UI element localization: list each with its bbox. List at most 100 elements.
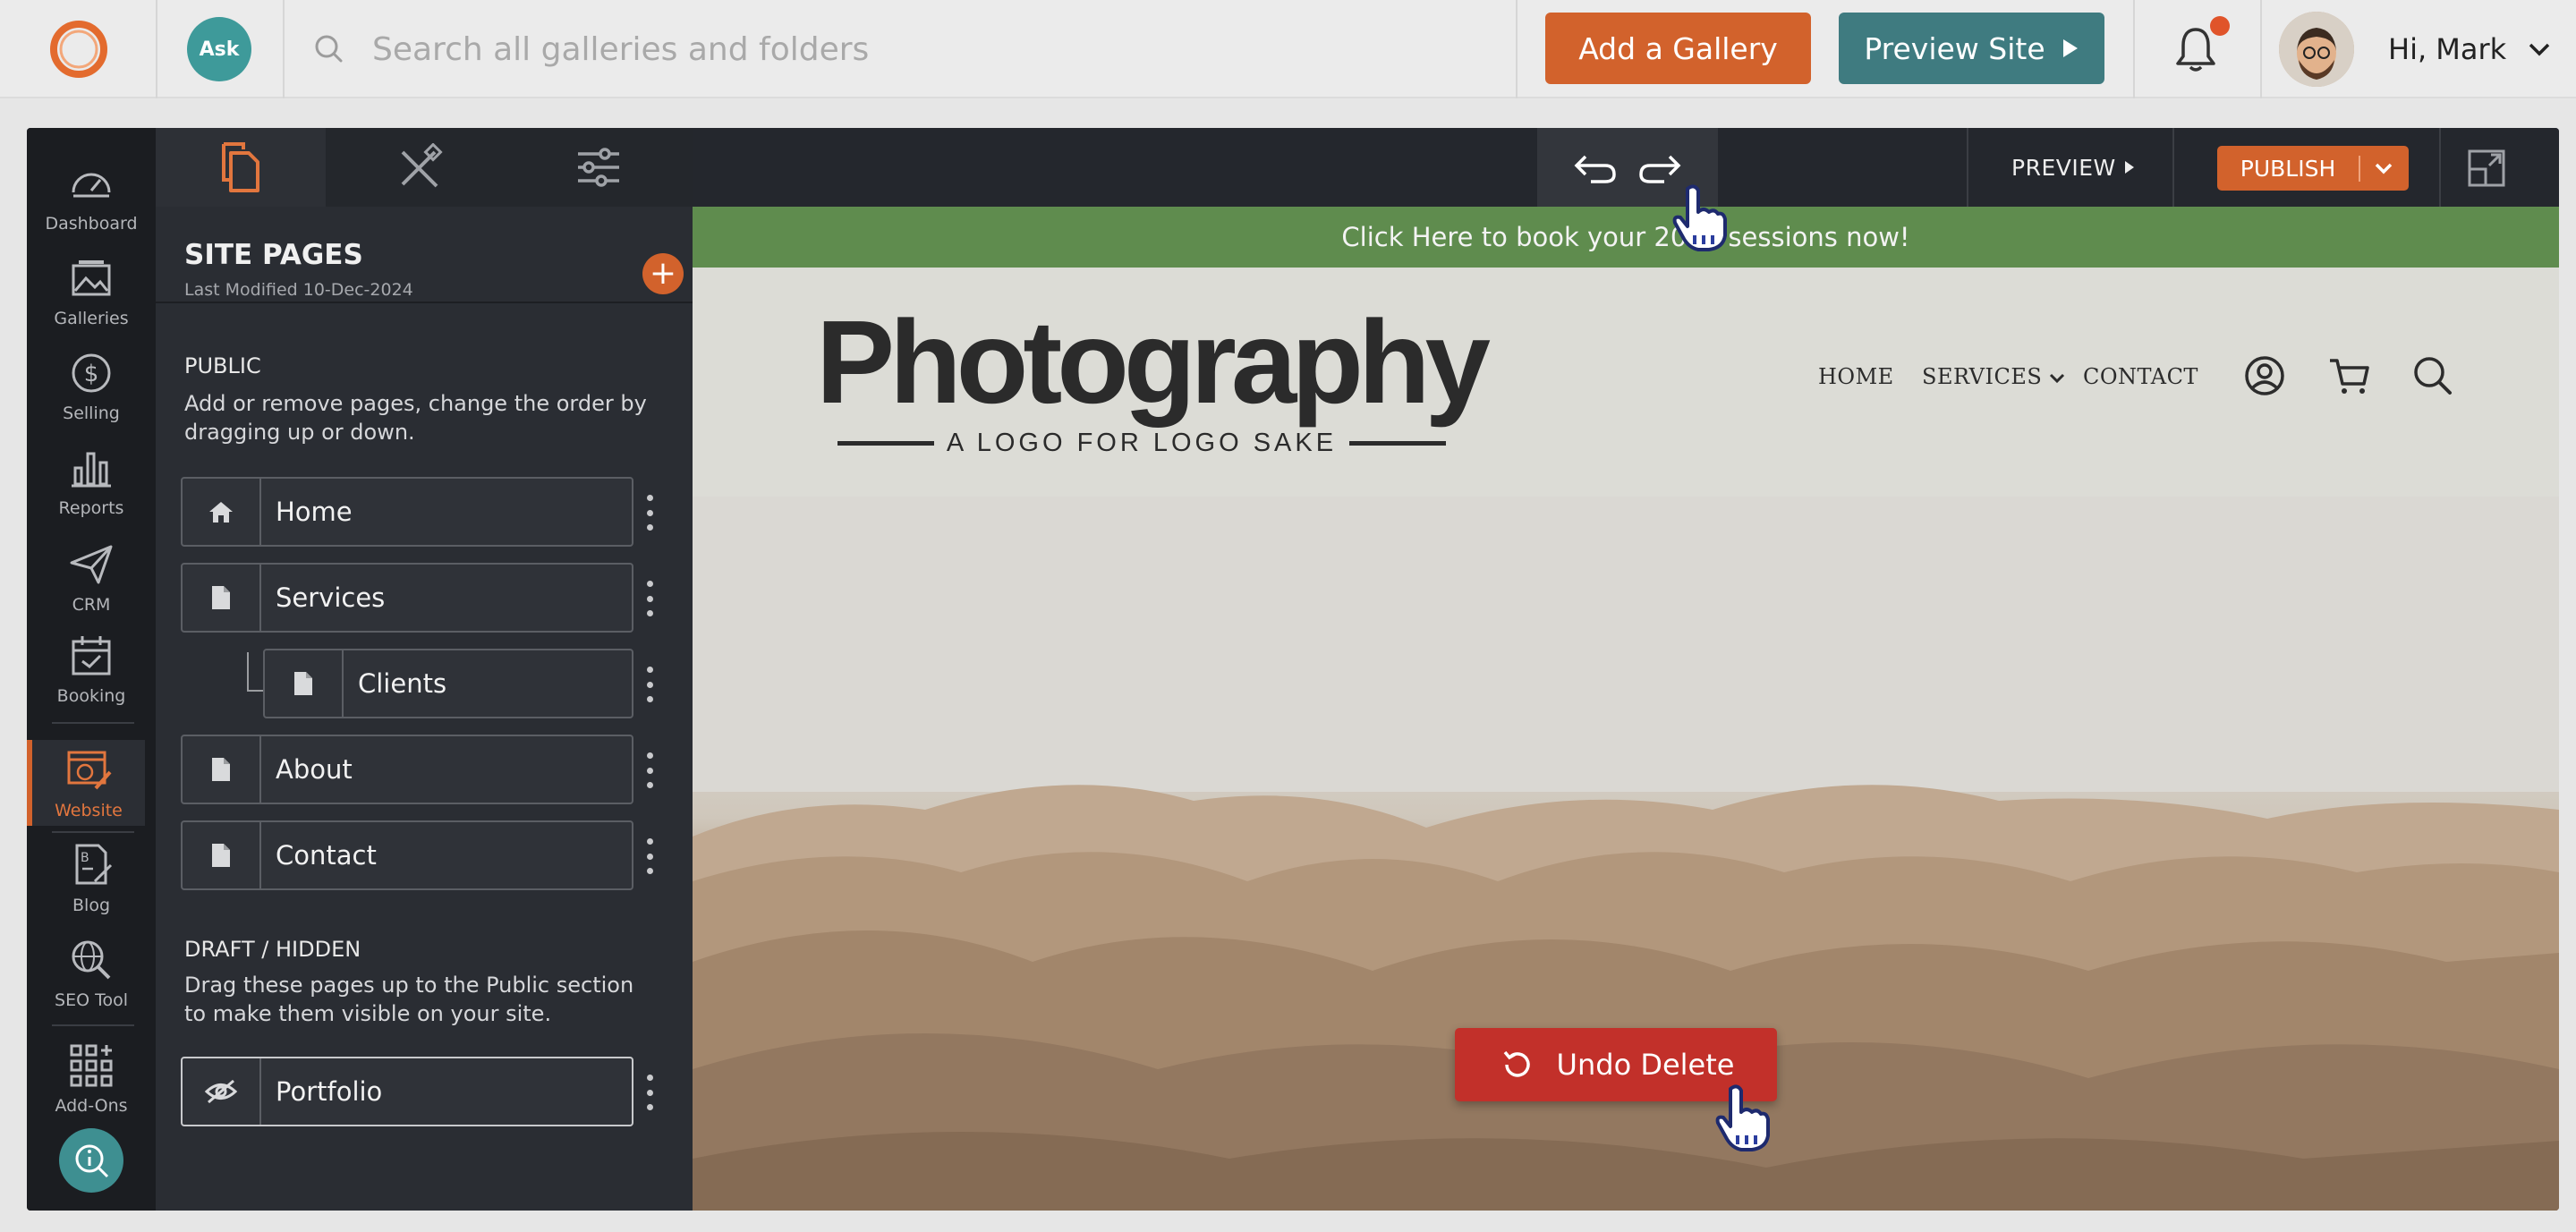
site-nav-label: SERVICES (1922, 364, 2043, 389)
seo-icon (72, 940, 111, 980)
chevron-down-icon (2375, 163, 2393, 174)
ask-assistant-button[interactable]: Ask (157, 0, 282, 98)
top-header: Ask Add a Gallery Preview Site (0, 0, 2576, 98)
selling-icon: $ (72, 353, 111, 393)
addons-icon (70, 1044, 113, 1087)
nav-reports[interactable]: Reports (27, 438, 156, 527)
tagline-text: A LOGO FOR LOGO SAKE (946, 429, 1338, 457)
design-tools-icon (401, 143, 443, 188)
chevron-down-icon (2050, 373, 2065, 384)
account-icon[interactable] (2242, 353, 2287, 398)
page-menu-button[interactable] (641, 752, 659, 788)
preview-button[interactable]: PREVIEW (2011, 128, 2136, 207)
page-label: Clients (358, 668, 447, 699)
website-icon (67, 751, 112, 790)
announcement-bar[interactable]: Click Here to book your 2025 sessions no… (693, 207, 2559, 268)
preview-site-button[interactable]: Preview Site (1839, 13, 2104, 84)
page-item-about[interactable]: About (181, 735, 633, 804)
tab-design[interactable] (335, 128, 505, 207)
site-nav-home[interactable]: HOME (1818, 364, 1894, 389)
user-menu[interactable]: Hi, Mark (2261, 0, 2576, 98)
page-label: About (276, 754, 353, 785)
ask-label: Ask (199, 38, 240, 61)
page-menu-button[interactable] (641, 1075, 659, 1110)
site-nav-contact[interactable]: CONTACT (2083, 364, 2198, 389)
notifications-button[interactable] (2133, 0, 2258, 98)
page-item-contact[interactable]: Contact (181, 820, 633, 890)
file-icon (212, 586, 230, 609)
user-greeting: Hi, Mark (2388, 32, 2507, 66)
search-bar[interactable] (285, 0, 1515, 98)
add-gallery-button[interactable]: Add a Gallery (1545, 13, 1811, 84)
page-menu-button[interactable] (641, 495, 659, 531)
nav-booking[interactable]: Booking (27, 625, 156, 715)
nav-label: Galleries (54, 309, 129, 328)
play-icon (2062, 39, 2078, 57)
tab-pages[interactable] (156, 128, 326, 207)
page-menu-button[interactable] (641, 838, 659, 874)
public-section-description: Add or remove pages, change the order by… (184, 391, 647, 445)
help-button[interactable] (59, 1128, 123, 1193)
search-icon[interactable] (2410, 353, 2455, 398)
search-input[interactable] (372, 30, 1446, 68)
panel-title: SITE PAGES (184, 239, 363, 271)
page-item-services[interactable]: Services (181, 563, 633, 633)
page-label: Services (276, 582, 386, 613)
expand-icon[interactable] (2466, 148, 2507, 189)
eye-slash-icon (204, 1079, 238, 1104)
site-nav-services[interactable]: SERVICES (1922, 364, 2065, 389)
restore-icon (1503, 1050, 1530, 1077)
hero-image[interactable] (693, 497, 2559, 1211)
nav-add-ons[interactable]: Add-Ons (27, 1035, 156, 1125)
redo-icon[interactable] (1636, 149, 1684, 185)
app-logo[interactable] (0, 0, 157, 98)
svg-text:$: $ (84, 361, 99, 387)
play-icon (2124, 161, 2134, 174)
avatar (2279, 12, 2354, 87)
cart-icon[interactable] (2326, 353, 2371, 398)
help-icon (75, 1144, 109, 1178)
notification-badge (2210, 16, 2230, 36)
nav-selling[interactable]: $ Selling (27, 343, 156, 432)
undo-icon[interactable] (1571, 149, 1620, 185)
blog-icon: B (75, 844, 113, 885)
nav-label: Selling (63, 404, 120, 423)
galleries-icon (72, 260, 111, 296)
add-page-button[interactable]: + (642, 253, 684, 294)
publish-button[interactable]: PUBLISH (2217, 146, 2409, 191)
page-item-clients[interactable]: Clients (263, 649, 633, 718)
pages-icon (222, 142, 259, 192)
nav-seo-tool[interactable]: SEO Tool (27, 930, 156, 1019)
nav-dashboard[interactable]: Dashboard (27, 153, 156, 242)
page-item-portfolio[interactable]: Portfolio (181, 1057, 633, 1126)
publish-options-button[interactable] (2360, 162, 2407, 174)
add-gallery-label: Add a Gallery (1578, 30, 1778, 66)
hand-pointer-icon (1715, 1084, 1770, 1151)
nav-label: Website (55, 801, 123, 820)
draft-section-title: DRAFT / HIDDEN (184, 937, 361, 962)
nav-label: SEO Tool (55, 990, 128, 1010)
desert-dunes-image (693, 497, 2559, 1211)
nav-crm[interactable]: CRM (27, 534, 156, 624)
file-icon (212, 758, 230, 781)
site-header: Photography A LOGO FOR LOGO SAKE HOME SE… (693, 268, 2559, 497)
tab-settings[interactable] (514, 128, 684, 207)
announcement-text: Click Here to book your 2025 sessions no… (1341, 222, 1910, 252)
file-icon (212, 844, 230, 867)
page-menu-button[interactable] (641, 581, 659, 616)
nav-label: Reports (58, 498, 124, 518)
site-logo-tagline: A LOGO FOR LOGO SAKE (837, 429, 1446, 458)
public-section-title: PUBLIC (184, 353, 261, 378)
site-logo-wordmark[interactable]: Photography (816, 303, 1491, 421)
page-item-home[interactable]: Home (181, 477, 633, 547)
page-menu-button[interactable] (641, 667, 659, 702)
nav-galleries[interactable]: Galleries (27, 248, 156, 337)
home-icon (209, 502, 233, 523)
nav-website[interactable]: Website (27, 740, 145, 826)
nav-blog[interactable]: B Blog (27, 835, 156, 924)
crm-icon (70, 545, 113, 584)
nav-label: Dashboard (45, 214, 138, 234)
search-icon (315, 35, 343, 63)
draft-section-description: Drag these pages up to the Public sectio… (184, 973, 634, 1026)
main-nav-rail: Dashboard Galleries $ Selling Reports CR… (27, 128, 156, 1211)
